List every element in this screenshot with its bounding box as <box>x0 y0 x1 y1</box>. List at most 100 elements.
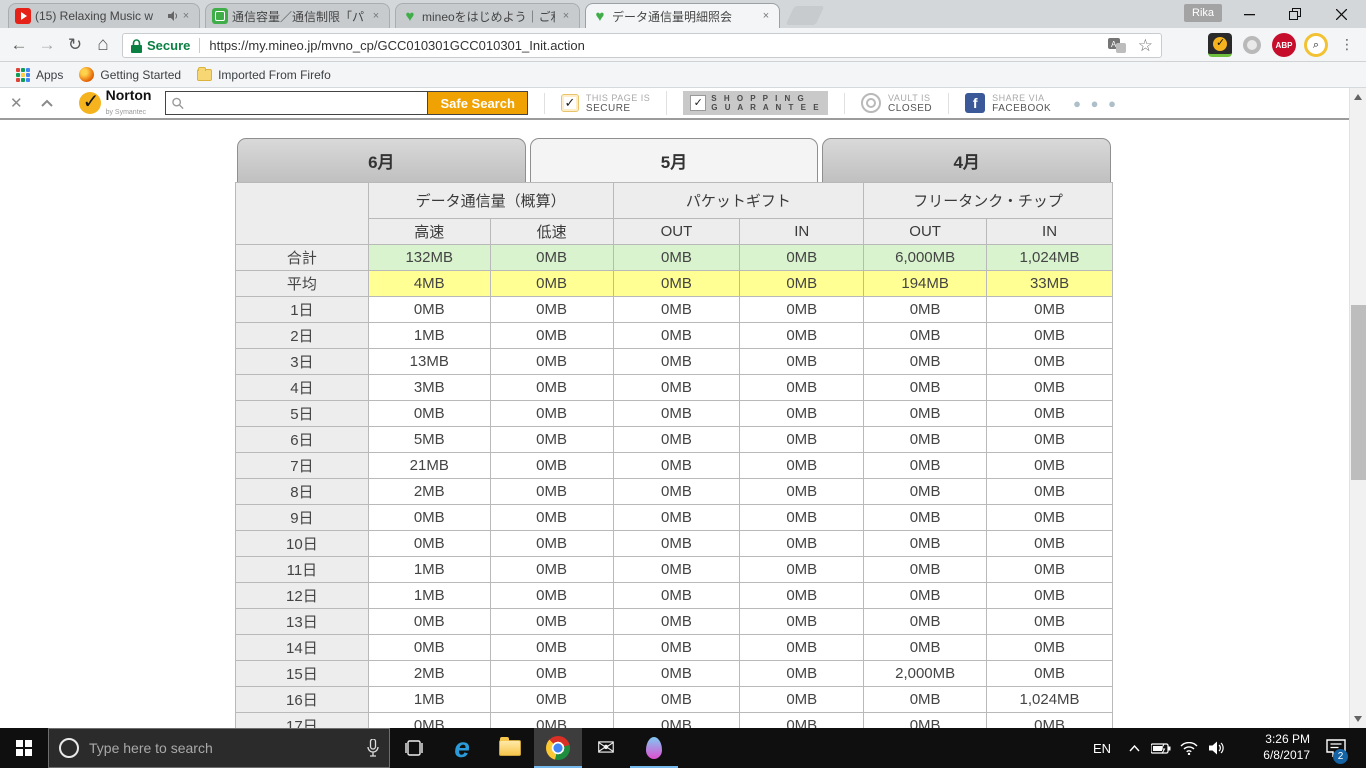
show-hidden-icons[interactable] <box>1122 728 1146 768</box>
bookmark-getting-started[interactable]: Getting Started <box>79 67 181 82</box>
apps-shortcut[interactable]: Apps <box>16 68 63 82</box>
norton-search: Safe Search <box>165 91 527 115</box>
mail-icon[interactable]: ✉ <box>582 728 630 768</box>
norton-more-icon[interactable]: ● ● ● <box>1073 96 1119 111</box>
norton-close-icon[interactable]: ✕ <box>10 94 23 112</box>
tab-audio-icon[interactable] <box>167 10 179 22</box>
cell-tank-in: 0MB <box>987 401 1113 427</box>
tab-close-icon[interactable]: × <box>179 9 193 23</box>
norton-toolbar: ✕ Nortonby Symantec Safe Search ✓ THIS P… <box>0 88 1349 120</box>
month-tabs: 6月 5月 4月 <box>235 138 1113 182</box>
colorful-app-icon[interactable] <box>630 728 678 768</box>
row-label: 6日 <box>236 427 369 453</box>
safe-search-button[interactable]: Safe Search <box>427 91 527 115</box>
cell-gift-in: 0MB <box>740 453 864 479</box>
cell-gift-in: 0MB <box>740 401 864 427</box>
row-label: 4日 <box>236 375 369 401</box>
browser-tab-mineo-packet[interactable]: 通信容量／通信制限「パケ × <box>205 3 390 28</box>
row-label: 17日 <box>236 713 369 729</box>
profile-badge[interactable]: Rika <box>1184 4 1222 22</box>
cell-tank-in: 0MB <box>987 505 1113 531</box>
cell-high-speed: 132MB <box>368 245 490 271</box>
translate-icon[interactable]: A <box>1108 38 1126 54</box>
scroll-down-icon[interactable] <box>1354 716 1362 722</box>
tab-may-active[interactable]: 5月 <box>530 138 819 182</box>
cell-high-speed: 1MB <box>368 583 490 609</box>
bookmark-star-icon[interactable]: ☆ <box>1138 36 1153 56</box>
norton-extension-icon[interactable] <box>1208 33 1232 57</box>
col-low-speed: 低速 <box>490 219 613 245</box>
tab-close-icon[interactable]: × <box>559 9 573 23</box>
back-icon[interactable]: ← <box>6 32 32 58</box>
url-text[interactable]: https://my.mineo.jp/mvno_cp/GCC010301GCC… <box>209 38 585 53</box>
volume-icon[interactable] <box>1204 728 1230 768</box>
cell-gift-in: 0MB <box>740 557 864 583</box>
taskbar-search[interactable]: Type here to search <box>48 728 390 768</box>
cell-tank-out: 0MB <box>864 479 987 505</box>
vertical-scrollbar[interactable] <box>1349 88 1366 728</box>
reload-icon[interactable]: ↻ <box>62 32 88 58</box>
vault-status[interactable]: VAULT ISCLOSED <box>844 93 932 114</box>
cell-gift-in: 0MB <box>740 297 864 323</box>
cell-low-speed: 0MB <box>490 583 613 609</box>
cell-low-speed: 0MB <box>490 271 613 297</box>
microphone-icon[interactable] <box>367 739 379 757</box>
norton-search-input[interactable] <box>191 96 422 110</box>
browser-tab-mineo-start[interactable]: ♥ mineoをはじめよう｜ご利用 × <box>395 3 580 28</box>
norton-collapse-icon[interactable] <box>41 94 53 112</box>
cell-gift-in: 0MB <box>740 531 864 557</box>
wifi-icon[interactable] <box>1176 728 1202 768</box>
tab-june[interactable]: 6月 <box>237 138 526 182</box>
scrollbar-thumb[interactable] <box>1351 305 1366 480</box>
minimize-button[interactable] <box>1226 0 1272 28</box>
cell-tank-out: 0MB <box>864 635 987 661</box>
cell-gift-out: 0MB <box>613 245 740 271</box>
cell-tank-out: 0MB <box>864 297 987 323</box>
battery-icon[interactable] <box>1148 728 1174 768</box>
file-explorer-icon[interactable] <box>486 728 534 768</box>
clock[interactable]: 3:26 PM 6/8/2017 <box>1263 728 1310 768</box>
adblock-plus-icon[interactable]: ABP <box>1272 33 1296 57</box>
group-free-tank: フリータンク・チップ <box>864 183 1113 219</box>
close-button[interactable] <box>1318 0 1364 28</box>
edge-icon[interactable]: e <box>438 728 486 768</box>
cell-gift-out: 0MB <box>613 349 740 375</box>
new-tab-button[interactable] <box>786 6 825 25</box>
tab-close-icon[interactable]: × <box>759 9 773 23</box>
group-packet-gift: パケットギフト <box>613 183 864 219</box>
safe-search-extension-icon[interactable]: ⌕ <box>1304 33 1328 57</box>
cell-low-speed: 0MB <box>490 245 613 271</box>
scroll-up-icon[interactable] <box>1354 94 1362 100</box>
home-icon[interactable]: ⌂ <box>90 32 116 58</box>
chrome-taskbar-icon[interactable] <box>534 728 582 768</box>
cell-high-speed: 0MB <box>368 401 490 427</box>
browser-menu-icon[interactable]: ⋮ <box>1340 36 1355 53</box>
task-view-icon[interactable] <box>390 728 438 768</box>
start-button[interactable] <box>0 728 48 768</box>
browser-tab-active[interactable]: ♥ データ通信量明細照会 × <box>585 3 780 28</box>
cell-tank-out: 0MB <box>864 427 987 453</box>
action-center-icon[interactable]: 2 <box>1316 728 1356 768</box>
tray-date: 6/8/2017 <box>1263 748 1310 764</box>
cell-low-speed: 0MB <box>490 375 613 401</box>
cell-high-speed: 5MB <box>368 427 490 453</box>
cell-gift-out: 0MB <box>613 713 740 729</box>
search-placeholder: Type here to search <box>89 740 367 756</box>
address-bar[interactable]: Secure https://my.mineo.jp/mvno_cp/GCC01… <box>122 33 1162 58</box>
tab-april[interactable]: 4月 <box>822 138 1111 182</box>
tab-close-icon[interactable]: × <box>369 9 383 23</box>
forward-icon[interactable]: → <box>34 32 60 58</box>
shopping-guarantee-badge[interactable]: ✓ S H O P P I N GG U A R A N T E E <box>666 91 828 115</box>
bookmark-folder-imported[interactable]: Imported From Firefo <box>197 68 331 82</box>
browser-tab-youtube[interactable]: (15) Relaxing Music w × <box>8 3 200 28</box>
cell-gift-out: 0MB <box>613 635 740 661</box>
gray-ring-extension-icon[interactable] <box>1240 33 1264 57</box>
restore-button[interactable] <box>1272 0 1318 28</box>
language-indicator[interactable]: EN <box>1093 728 1111 768</box>
cell-low-speed: 0MB <box>490 401 613 427</box>
secure-chip[interactable]: Secure <box>131 38 190 53</box>
table-row: 17日 0MB 0MB 0MB 0MB 0MB 0MB <box>236 713 1113 729</box>
share-facebook[interactable]: f SHARE VIAFACEBOOK <box>948 93 1051 114</box>
browser-toolbar: ← → ↻ ⌂ Secure https://my.mineo.jp/mvno_… <box>0 28 1366 62</box>
cell-tank-out: 0MB <box>864 557 987 583</box>
